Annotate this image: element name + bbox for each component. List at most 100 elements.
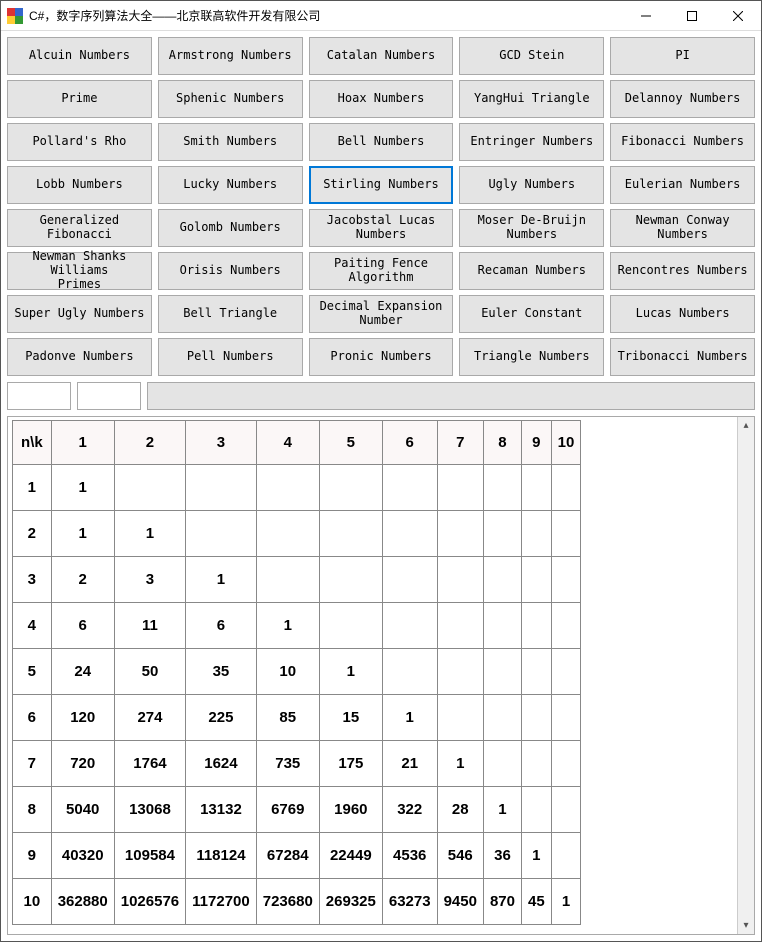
input-box-1[interactable] bbox=[7, 382, 71, 410]
algorithm-button[interactable]: Hoax Numbers bbox=[309, 80, 454, 118]
table-cell: 22449 bbox=[319, 833, 382, 879]
scroll-up-arrow[interactable]: ▴ bbox=[738, 417, 754, 434]
table-cell: 1 bbox=[483, 787, 521, 833]
algorithm-button[interactable]: Newman Conway Numbers bbox=[610, 209, 755, 247]
table-cell: 15 bbox=[319, 695, 382, 741]
algorithm-button[interactable]: Recaman Numbers bbox=[459, 252, 604, 290]
table-cell: 40320 bbox=[51, 833, 114, 879]
table-cell: 1 bbox=[319, 649, 382, 695]
algorithm-button[interactable]: Sphenic Numbers bbox=[158, 80, 303, 118]
algorithm-button[interactable]: Lucas Numbers bbox=[610, 295, 755, 333]
algorithm-button[interactable]: Golomb Numbers bbox=[158, 209, 303, 247]
algorithm-button[interactable]: YangHui Triangle bbox=[459, 80, 604, 118]
table-header-cell: 1 bbox=[51, 421, 114, 465]
table-cell: 870 bbox=[483, 879, 521, 925]
minimize-button[interactable] bbox=[623, 1, 669, 30]
table-cell: 225 bbox=[186, 695, 257, 741]
table-cell bbox=[437, 557, 483, 603]
algorithm-button[interactable]: Ugly Numbers bbox=[459, 166, 604, 204]
algorithm-button[interactable]: Stirling Numbers bbox=[309, 166, 454, 204]
table-cell bbox=[437, 649, 483, 695]
algorithm-button[interactable]: Delannoy Numbers bbox=[610, 80, 755, 118]
table-cell: 13068 bbox=[114, 787, 185, 833]
algorithm-button[interactable]: Newman Shanks Williams Primes bbox=[7, 252, 152, 290]
table-row: 94032010958411812467284224494536546361 bbox=[13, 833, 581, 879]
table-cell bbox=[483, 741, 521, 787]
algorithm-button[interactable]: Armstrong Numbers bbox=[158, 37, 303, 75]
table-cell: 4536 bbox=[382, 833, 437, 879]
table-cell bbox=[521, 787, 551, 833]
table-cell: 1 bbox=[51, 511, 114, 557]
algorithm-button[interactable]: Tribonacci Numbers bbox=[610, 338, 755, 376]
algorithm-button[interactable]: Lucky Numbers bbox=[158, 166, 303, 204]
algorithm-button[interactable]: Catalan Numbers bbox=[309, 37, 454, 75]
algorithm-button[interactable]: Orisis Numbers bbox=[158, 252, 303, 290]
algorithm-button[interactable]: Lobb Numbers bbox=[7, 166, 152, 204]
table-cell bbox=[551, 695, 581, 741]
table-header-cell: 6 bbox=[382, 421, 437, 465]
table-cell: 21 bbox=[382, 741, 437, 787]
algorithm-button[interactable]: Bell Numbers bbox=[309, 123, 454, 161]
table-row-header: 1 bbox=[13, 465, 52, 511]
algorithm-button[interactable]: Pell Numbers bbox=[158, 338, 303, 376]
table-cell: 362880 bbox=[51, 879, 114, 925]
scroll-down-arrow[interactable]: ▾ bbox=[738, 917, 754, 934]
table-cell: 175 bbox=[319, 741, 382, 787]
table-cell: 1026576 bbox=[114, 879, 185, 925]
algorithm-button[interactable]: Alcuin Numbers bbox=[7, 37, 152, 75]
table-cell: 28 bbox=[437, 787, 483, 833]
table-cell: 720 bbox=[51, 741, 114, 787]
close-button[interactable] bbox=[715, 1, 761, 30]
table-row: 772017641624735175211 bbox=[13, 741, 581, 787]
table-cell: 35 bbox=[186, 649, 257, 695]
algorithm-button[interactable]: Pronic Numbers bbox=[309, 338, 454, 376]
table-row-header: 7 bbox=[13, 741, 52, 787]
table-cell bbox=[521, 557, 551, 603]
algorithm-button[interactable]: Fibonacci Numbers bbox=[610, 123, 755, 161]
table-cell: 1764 bbox=[114, 741, 185, 787]
algorithm-button[interactable]: Decimal Expansion Number bbox=[309, 295, 454, 333]
output-panel: n\k12345678910 1121132314611615245035101… bbox=[7, 416, 755, 935]
algorithm-button[interactable]: Moser De-Bruijn Numbers bbox=[459, 209, 604, 247]
table-cell bbox=[437, 511, 483, 557]
table-cell bbox=[186, 465, 257, 511]
table-cell bbox=[114, 465, 185, 511]
algorithm-button[interactable]: Prime bbox=[7, 80, 152, 118]
algorithm-button-grid: Alcuin NumbersArmstrong NumbersCatalan N… bbox=[7, 37, 755, 376]
table-cell bbox=[483, 557, 521, 603]
table-cell bbox=[382, 465, 437, 511]
algorithm-button[interactable]: Euler Constant bbox=[459, 295, 604, 333]
table-cell: 13132 bbox=[186, 787, 257, 833]
algorithm-button[interactable]: Pollard's Rho bbox=[7, 123, 152, 161]
algorithm-button[interactable]: GCD Stein bbox=[459, 37, 604, 75]
algorithm-button[interactable]: Generalized Fibonacci bbox=[7, 209, 152, 247]
table-cell: 5040 bbox=[51, 787, 114, 833]
vertical-scrollbar[interactable]: ▴ ▾ bbox=[737, 417, 754, 934]
algorithm-button[interactable]: Entringer Numbers bbox=[459, 123, 604, 161]
algorithm-button[interactable]: Smith Numbers bbox=[158, 123, 303, 161]
table-row: 85040130681313267691960322281 bbox=[13, 787, 581, 833]
table-row: 211 bbox=[13, 511, 581, 557]
table-row: 461161 bbox=[13, 603, 581, 649]
table-cell: 735 bbox=[256, 741, 319, 787]
titlebar: C#，数字序列算法大全——北京联高软件开发有限公司 bbox=[1, 1, 761, 31]
wide-button[interactable] bbox=[147, 382, 755, 410]
algorithm-button[interactable]: Jacobstal Lucas Numbers bbox=[309, 209, 454, 247]
algorithm-button[interactable]: PI bbox=[610, 37, 755, 75]
algorithm-button[interactable]: Rencontres Numbers bbox=[610, 252, 755, 290]
algorithm-button[interactable]: Bell Triangle bbox=[158, 295, 303, 333]
algorithm-button[interactable]: Triangle Numbers bbox=[459, 338, 604, 376]
input-box-2[interactable] bbox=[77, 382, 141, 410]
algorithm-button[interactable]: Padonve Numbers bbox=[7, 338, 152, 376]
table-header-cell: 3 bbox=[186, 421, 257, 465]
table-header-cell: 7 bbox=[437, 421, 483, 465]
table-row-header: 2 bbox=[13, 511, 52, 557]
table-cell bbox=[551, 557, 581, 603]
maximize-button[interactable] bbox=[669, 1, 715, 30]
algorithm-button[interactable]: Eulerian Numbers bbox=[610, 166, 755, 204]
table-row-header: 4 bbox=[13, 603, 52, 649]
algorithm-button[interactable]: Super Ugly Numbers bbox=[7, 295, 152, 333]
extra-controls-row bbox=[7, 382, 755, 410]
table-header-cell: 8 bbox=[483, 421, 521, 465]
algorithm-button[interactable]: Paiting Fence Algorithm bbox=[309, 252, 454, 290]
